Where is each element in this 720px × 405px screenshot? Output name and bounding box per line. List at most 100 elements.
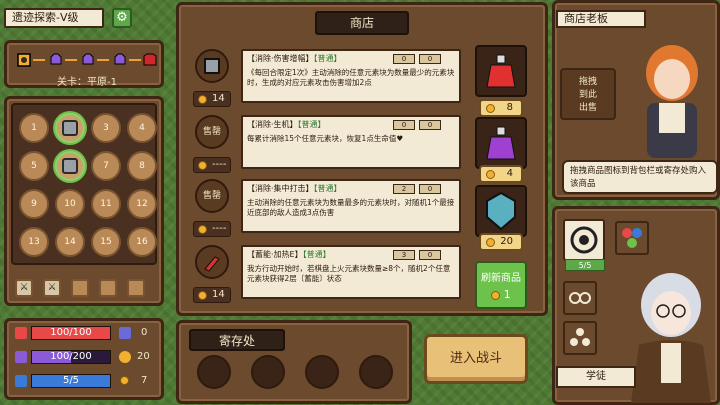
potion-price: 20 [479,233,523,251]
refresh-label: 刷新商品 [481,273,521,284]
board-cell[interactable]: 11 [91,189,121,219]
skill-slot[interactable]: ⚔ [43,279,61,297]
board-cell[interactable]: 1 [19,113,49,143]
item-count-badge: 5/5 [565,259,605,271]
stone-block-icon [62,158,78,174]
skill-slot[interactable] [99,279,117,297]
board-cell[interactable]: 8 [127,151,157,181]
board-cell[interactable]: 16 [127,227,157,257]
level-progress-panel: 关卡：平原-1 [4,40,164,88]
settings-button[interactable]: ⚙ [112,8,132,28]
energy-icon [15,375,27,387]
bag-slot[interactable] [563,281,597,315]
board-panel: 1 3 4 5 7 8 9 10 11 12 13 14 15 16 ⚔ ⚔ [4,96,164,306]
board-cell[interactable]: 15 [91,227,121,257]
skill-slot[interactable] [127,279,145,297]
energy-bar: 5/5 [31,374,111,388]
board-cell[interactable]: 5 [19,151,49,181]
coin-icon [198,95,207,104]
gem-cluster-icon [622,228,642,248]
current-position-icon [17,53,31,67]
purple-potion-icon [486,126,516,160]
coin-icon [491,290,501,300]
coin-icon [198,161,207,170]
storage-title: 寄存处 [189,329,285,351]
owner-speech-bubble: 拖拽商品图标到背包栏或寄存处购入该商品 [562,160,718,194]
cost-chip: 0 [419,184,441,194]
bag-slot[interactable] [615,221,649,255]
sold-out-label: 售罄 [195,179,229,213]
level-progress-track [17,51,157,69]
coin-icon [198,291,207,300]
board-cell[interactable] [55,113,85,143]
bag-slot[interactable] [563,219,605,261]
potion-price: 8 [479,99,523,117]
shop-item-icon[interactable] [195,245,229,279]
hp-bar: 100/100 [31,326,111,340]
enemy-node-icon [113,53,127,67]
board-cell[interactable]: 7 [91,151,121,181]
board-cell[interactable]: 10 [55,189,85,219]
board-cell[interactable]: 3 [91,113,121,143]
board-cell[interactable]: 12 [127,189,157,219]
shop-owner-portrait [646,45,698,158]
path-dash [33,59,45,61]
item-description: 《每回合限定1次》主动消除的任意元素块为数量最少的元素块时，生成的对应元素攻击伤… [247,68,455,87]
potion-slot[interactable] [475,45,527,97]
board-grid: 1 3 4 5 7 8 9 10 11 12 13 14 15 16 [11,103,157,265]
shop-item-card[interactable]: 【消除·生机】【普通】 0 0 每累计消除15个任意元素块，恢复1点生命值♥ [241,115,461,169]
shop-owner-title: 商店老板 [556,10,646,28]
mp-bar: 100/200 [31,350,111,364]
path-dash [65,59,77,61]
spiral-relic-icon [570,226,598,254]
cost-chip: 2 [393,184,415,194]
cost-chip: 0 [419,54,441,64]
shop-panel: 商店 14 【消除·伤害增幅】【普通】 0 0 《每回合限定1次》主动消除的任意… [176,2,548,316]
board-cell[interactable]: 14 [55,227,85,257]
attack-icon [119,351,131,363]
item-description: 我方行动开始时，若棋盘上火元素块数量≥8个，随机2个任意元素块获得2层〔蓄能〕状… [247,264,451,283]
storage-slot[interactable] [359,355,393,389]
storage-slot[interactable] [251,355,285,389]
board-cell[interactable]: 9 [19,189,49,219]
shop-item-card[interactable]: 【消除·伤害增幅】【普通】 0 0 《每回合限定1次》主动消除的任意元素块为数量… [241,49,461,103]
item-price: ---- [193,157,231,173]
board-cell[interactable]: 4 [127,113,157,143]
refresh-shop-button[interactable]: 刷新商品 1 [475,261,527,309]
potion-slot[interactable] [475,117,527,169]
apprentice-label: 学徒 [556,366,636,388]
item-price: ---- [193,221,231,237]
shop-title: 商店 [315,11,409,35]
storage-slot[interactable] [197,355,231,389]
skill-slot[interactable] [71,279,89,297]
stone-block-icon [204,58,220,74]
chain-icon [569,292,591,304]
storage-panel: 寄存处 [176,320,412,404]
shop-item-card[interactable]: 【蓄能·加热E】【普通】 3 0 我方行动开始时，若棋盘上火元素块数量≥8个，随… [241,245,461,299]
stats-panel: 100/100 0 100/200 20 5/5 7 [4,318,164,400]
coin-icon [120,376,129,385]
potion-slot[interactable] [475,185,527,237]
boss-node-icon [143,53,157,67]
shop-item-icon[interactable] [195,49,229,83]
enemy-node-icon [81,53,95,67]
storage-slot[interactable] [305,355,339,389]
bag-slot[interactable] [563,321,597,355]
cost-chip: 0 [393,120,415,130]
skill-slot[interactable]: ⚔ [15,279,33,297]
item-description: 主动消除的任意元素块为数量最多的元素块时，对随机1个最接近底部的敌人造成3点伤害 [247,198,455,217]
sold-out-label: 售罄 [195,115,229,149]
enter-battle-button[interactable]: 进入战斗 [424,334,528,384]
triple-gem-icon [570,328,590,346]
potion-price: 4 [479,165,523,183]
heart-icon [15,327,27,339]
coin-icon [198,225,207,234]
board-cell[interactable]: 13 [19,227,49,257]
zone-title: 遗迹探索-V级 [4,8,104,28]
attack-value: 20 [137,351,150,362]
shield-icon [119,327,131,339]
sell-drop-zone[interactable]: 拖拽 到此 出售 [560,68,616,120]
board-cell[interactable] [55,151,85,181]
coin-icon [486,104,495,113]
shop-item-card[interactable]: 【消除·集中打击】【普通】 2 0 主动消除的任意元素块为数量最多的元素块时，对… [241,179,461,233]
